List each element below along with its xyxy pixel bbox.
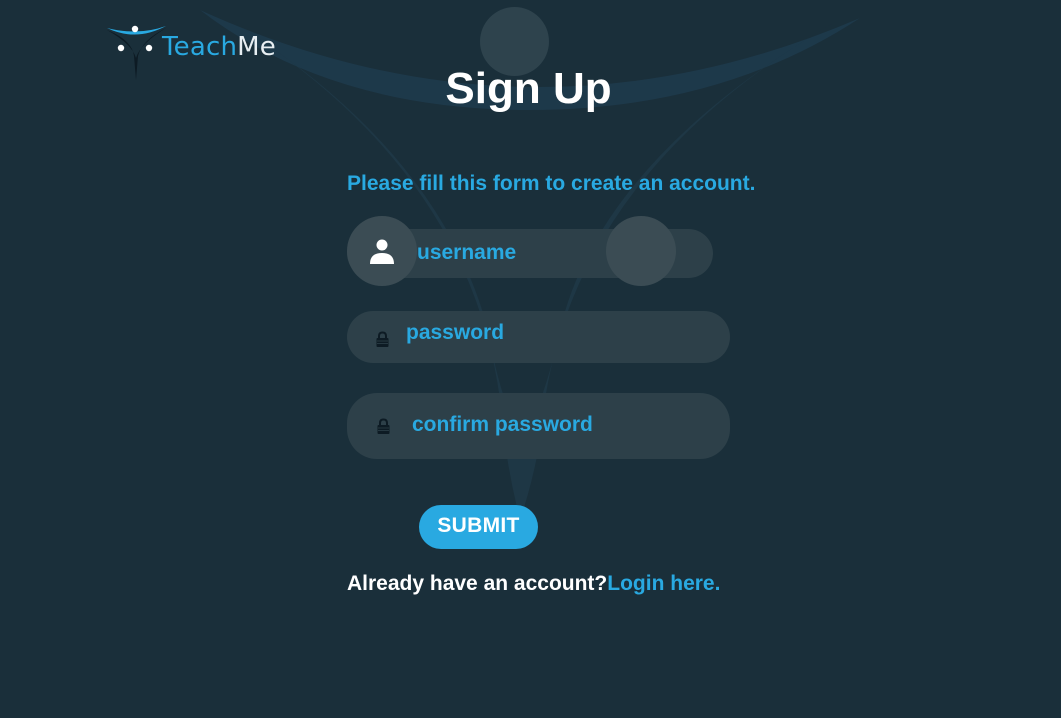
page-title: Sign Up xyxy=(0,64,1061,114)
form-subtitle: Please fill this form to create an accou… xyxy=(347,172,756,195)
login-question: Already have an account? xyxy=(347,572,608,595)
logo-text-me: Me xyxy=(237,32,277,62)
username-input[interactable] xyxy=(417,241,677,265)
user-icon xyxy=(370,239,394,264)
page-title-text: Sign Up xyxy=(445,64,612,113)
username-field xyxy=(347,216,713,286)
confirm-password-field xyxy=(347,393,730,459)
login-prompt: Already have an account?Login here. xyxy=(347,572,720,596)
lock-icon xyxy=(376,331,389,347)
confirm-password-input[interactable] xyxy=(412,413,712,437)
logo-text-teach: Teach xyxy=(162,32,238,62)
password-input[interactable] xyxy=(406,321,706,345)
password-field xyxy=(347,311,730,363)
submit-button[interactable]: SUBMIT xyxy=(419,505,538,549)
logo-text: TeachMe xyxy=(162,34,276,60)
user-icon-circle xyxy=(347,216,417,286)
lock-icon xyxy=(377,418,390,434)
login-link[interactable]: Login here. xyxy=(607,572,720,595)
